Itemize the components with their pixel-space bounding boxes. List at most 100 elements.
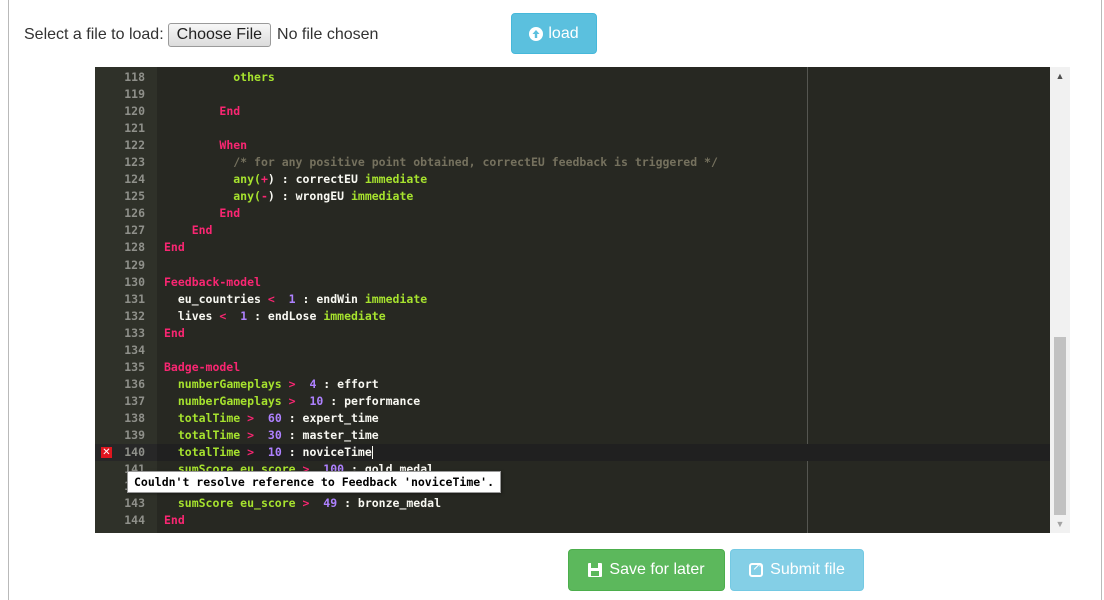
line-number: 129	[124, 257, 145, 272]
code-line[interactable]: 133 End	[95, 325, 1050, 342]
code-line[interactable]: 137 numberGameplays > 10 : performance	[95, 393, 1050, 410]
code-editor[interactable]: 118 others 119 120 End 121 122 When 123 /* fo…	[95, 67, 1070, 533]
code-token: : endLose	[247, 308, 324, 323]
line-code: End	[164, 222, 213, 239]
code-token: : bronze_medal	[337, 496, 441, 511]
code-token: 1	[288, 291, 296, 306]
save-for-later-button[interactable]: Save for later	[568, 549, 725, 591]
scroll-thumb[interactable]	[1054, 337, 1066, 515]
line-code: End	[164, 325, 185, 342]
line-number: 118	[124, 70, 145, 84]
code-token: >	[247, 427, 255, 442]
floppy-disk-icon	[588, 563, 603, 577]
line-code: numberGameplays > 4 : effort	[164, 376, 379, 393]
code-token: totalTime	[177, 445, 248, 460]
line-number: 127	[124, 223, 145, 238]
code-line[interactable]: ✕ 140 totalTime > 10 : noviceTime	[95, 444, 1050, 462]
line-code: others	[164, 69, 275, 86]
submit-file-button[interactable]: Submit file	[730, 549, 864, 591]
code-token: <	[267, 291, 275, 306]
code-line[interactable]: 120 End	[95, 103, 1050, 120]
scroll-down-arrow-icon[interactable]: ▼	[1050, 519, 1070, 529]
code-token: -	[260, 189, 268, 204]
line-number: 135	[124, 359, 145, 374]
code-line[interactable]: 143 sumScore eu_score > 49 : bronze_meda…	[95, 495, 1050, 512]
code-token: immediate	[364, 291, 428, 306]
code-line[interactable]: 130 Feedback-model	[95, 274, 1050, 291]
code-token: immediate	[350, 189, 414, 204]
line-number: 120	[124, 104, 145, 119]
code-line[interactable]: 139 totalTime > 30 : master_time	[95, 427, 1050, 444]
error-tooltip: Couldn't resolve reference to Feedback '…	[127, 471, 502, 493]
line-number: 143	[124, 496, 145, 511]
code-token: >	[247, 410, 255, 425]
code-line[interactable]: 132 lives < 1 : endLose immediate	[95, 308, 1050, 325]
line-number: 130	[124, 274, 145, 289]
line-number: 122	[124, 138, 145, 153]
share-icon	[749, 559, 764, 577]
code-line[interactable]: 131 eu_countries < 1 : endWin immediate	[95, 291, 1050, 308]
code-line[interactable]: 128 End	[95, 239, 1050, 256]
line-code: End	[164, 239, 185, 256]
code-line[interactable]: 119	[95, 86, 1050, 103]
line-number: 144	[124, 513, 145, 528]
code-token: >	[288, 393, 296, 408]
code-token: lives	[177, 308, 220, 323]
code-token: totalTime	[177, 427, 248, 442]
code-line[interactable]: 126 End	[95, 205, 1050, 222]
code-line[interactable]: 144 End	[95, 512, 1050, 529]
line-code: any(+) : correctEU immediate	[164, 171, 427, 188]
file-status: No file chosen	[277, 26, 379, 43]
code-line[interactable]: 135 Badge-model	[95, 359, 1050, 376]
code-line[interactable]: 127 End	[95, 222, 1050, 239]
editor-scrollbar[interactable]: ▲ ▼	[1050, 67, 1070, 533]
code-token: totalTime	[177, 410, 248, 425]
code-line[interactable]: 123 /* for any positive point obtained, …	[95, 154, 1050, 171]
code-token: End	[219, 206, 241, 221]
scroll-up-arrow-icon[interactable]: ▲	[1050, 71, 1070, 81]
code-line[interactable]: 118 others	[95, 69, 1050, 86]
code-line[interactable]: 125 any(-) : wrongEU immediate	[95, 188, 1050, 205]
code-token: any(	[233, 189, 261, 204]
line-number: 125	[124, 189, 145, 204]
circle-arrow-up-icon	[529, 26, 544, 41]
code-line[interactable]: 124 any(+) : correctEU immediate	[95, 171, 1050, 188]
code-token: >	[247, 445, 255, 460]
line-code: eu_countries < 1 : endWin immediate	[164, 291, 427, 308]
code-token: ) : correctEU	[267, 172, 365, 187]
code-token: : noviceTime	[281, 445, 372, 460]
code-line[interactable]: 122 When	[95, 137, 1050, 154]
code-token: Feedback-model	[164, 274, 261, 289]
line-number: 131	[124, 291, 145, 306]
line-number: 136	[124, 376, 145, 391]
code-line[interactable]: 129	[95, 257, 1050, 274]
line-number: 138	[124, 410, 145, 425]
load-button[interactable]: load	[511, 13, 597, 54]
line-number: 121	[124, 121, 145, 136]
code-line[interactable]: 121	[95, 120, 1050, 137]
code-lines[interactable]: 118 others 119 120 End 121 122 When 123 /* fo…	[95, 69, 1050, 529]
line-code: End	[164, 103, 240, 120]
code-token: 30	[267, 427, 282, 442]
code-line[interactable]: 138 totalTime > 60 : expert_time	[95, 410, 1050, 427]
code-line[interactable]: 134	[95, 342, 1050, 359]
code-line[interactable]: 136 numberGameplays > 4 : effort	[95, 376, 1050, 393]
code-token: /* for any positive point obtained, corr…	[233, 155, 718, 170]
code-token: : endWin	[295, 291, 365, 306]
save-button-label: Save for later	[609, 561, 705, 578]
choose-file-button[interactable]: Choose File	[167, 23, 272, 47]
